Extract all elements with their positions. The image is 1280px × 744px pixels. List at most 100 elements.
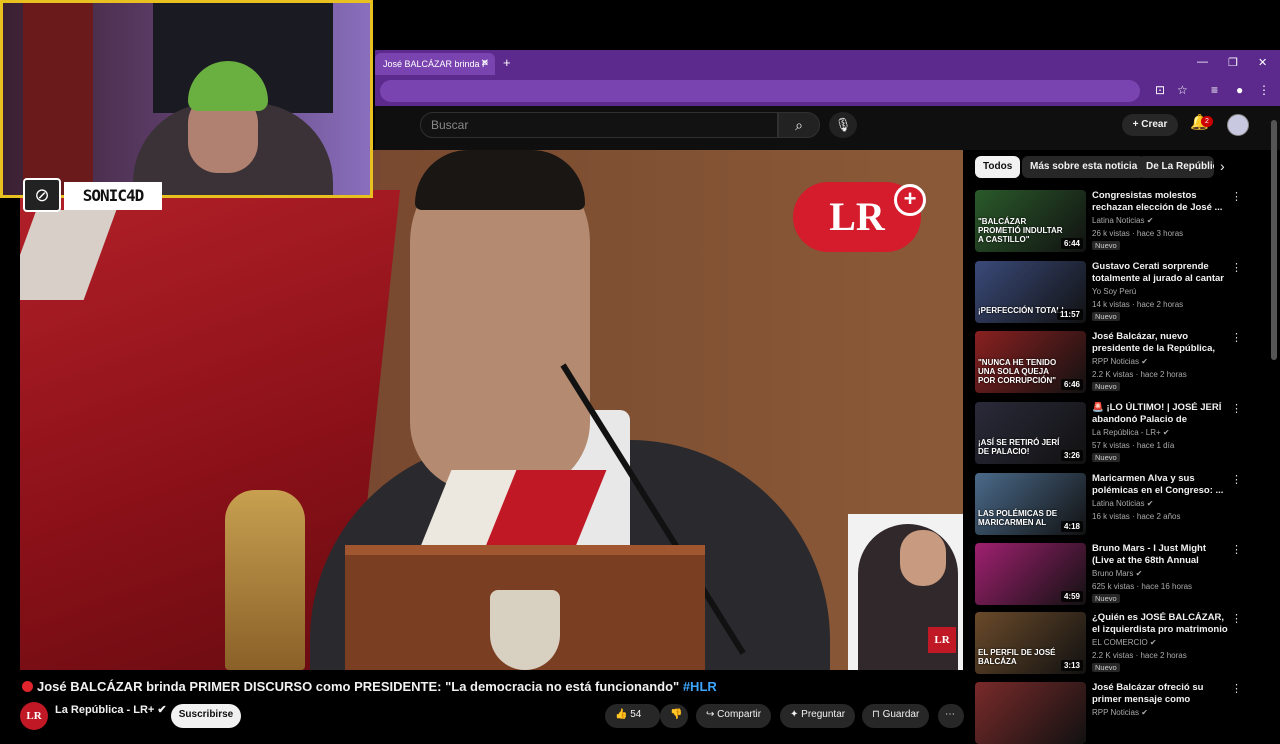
streamer-webcam [0,0,373,198]
item-menu-icon[interactable]: ⋮ [1231,331,1242,344]
recommendation-channel[interactable]: Bruno Mars ✔ [1092,569,1142,578]
video-thumbnail[interactable]: "Nunca he tenido una sola queja por corr… [975,331,1086,393]
dislike-button[interactable]: 👎 [660,704,688,728]
interpreter-face [900,530,946,586]
bookmark-star-icon[interactable]: ☆ [1177,83,1188,97]
recommendation-meta: 57 k vistas · hace 1 día [1092,441,1175,450]
video-hashtag[interactable]: #HLR [683,679,717,694]
recommendation-meta: 2.2 K vistas · hace 2 horas [1092,370,1187,379]
video-thumbnail[interactable]: El perfil de José Balcáza 3:13 [975,612,1086,674]
item-menu-icon[interactable]: ⋮ [1231,612,1242,625]
recommendation-channel[interactable]: Latina Noticias ✔ [1092,499,1153,508]
recommendation-item[interactable]: "Balcázar prometió indultar a Castillo" 6… [975,190,1242,252]
search-icon[interactable]: ⌕ [778,112,820,138]
lr-plus-icon: + [894,184,926,216]
recommendation-channel[interactable]: Yo Soy Perú [1092,287,1136,296]
video-duration: 6:46 [1060,379,1083,390]
channel-name[interactable]: La República - LR+ ✔ [55,703,167,716]
chevron-right-icon[interactable]: › [1220,158,1225,174]
sparkle-icon: ✦ [790,709,799,720]
new-tab-button[interactable]: + [503,55,511,70]
speaker-hair [415,150,585,210]
browser-menu-icon[interactable]: ⋮ [1258,83,1270,97]
thumbnail-caption: Las polémicas de Maricarmen Al [978,509,1058,527]
video-title: José BALCÁZAR brinda PRIMER DISCURSO com… [22,679,717,694]
account-avatar[interactable] [1227,114,1249,136]
recommendation-title[interactable]: ¿Quién es JOSÉ BALCÁZAR, el izquierdista… [1092,612,1229,636]
video-thumbnail[interactable] [975,682,1086,744]
item-menu-icon[interactable]: ⋮ [1231,543,1242,556]
share-button[interactable]: ↪ Compartir [696,704,772,728]
maximize-icon[interactable]: ❐ [1228,56,1238,69]
media-icon[interactable]: ≡ [1211,83,1218,97]
more-actions-icon[interactable]: ⋯ [938,704,964,728]
video-duration: 11:57 [1056,309,1083,320]
microphone-icon[interactable]: 🎙 [829,112,857,138]
bookmark-icon: ⊓ [872,709,880,720]
recommendation-channel[interactable]: La República - LR+ ✔ [1092,428,1170,437]
new-badge: Nuevo [1092,312,1120,321]
subscribe-button[interactable]: Suscribirse [171,704,241,728]
thumbnail-caption: ¡Así se retiró Jerí de Palacio! [978,438,1060,456]
channel-avatar[interactable]: LR [20,702,48,730]
recommendation-channel[interactable]: Latina Noticias ✔ [1092,216,1153,225]
video-thumbnail[interactable]: ¡Perfección total! 11:57 [975,261,1086,323]
search-input[interactable]: Buscar [420,112,778,138]
share-icon: ↪ [706,709,715,720]
browser-tab-strip [375,50,1280,76]
install-icon[interactable]: ⊡ [1155,83,1165,97]
video-duration: 4:18 [1060,521,1083,532]
chip-la-republica[interactable]: De La Repúblic [1138,156,1214,178]
new-badge: Nuevo [1092,663,1120,672]
webcam-door [23,3,93,195]
recommendation-item[interactable]: ¡Perfección total! 11:57 Gustavo Cerati so… [975,261,1242,323]
item-menu-icon[interactable]: ⋮ [1231,261,1242,274]
item-menu-icon[interactable]: ⋮ [1231,473,1242,486]
recommendation-item[interactable]: "Nunca he tenido una sola queja por corr… [975,331,1242,393]
tab-close-icon[interactable]: ✕ [481,53,489,75]
create-button[interactable]: + Crear [1122,114,1178,136]
new-badge: Nuevo [1092,594,1120,603]
ask-button[interactable]: ✦ Preguntar [780,704,856,728]
recommendation-channel[interactable]: EL COMERCIO ✔ [1092,638,1157,647]
like-button[interactable]: 👍 54 [605,704,660,728]
recommendation-channel[interactable]: RPP Noticias ✔ [1092,708,1148,717]
streamer-logo-icon: ⊘ [23,178,61,212]
recommendation-title[interactable]: Maricarmen Alva y sus polémicas en el Co… [1092,473,1229,497]
video-thumbnail[interactable]: Las polémicas de Maricarmen Al 4:18 [975,473,1086,535]
recommendation-item[interactable]: El perfil de José Balcáza 3:13 ¿Quién es J… [975,612,1242,674]
recommendation-title[interactable]: José Balcázar, nuevo presidente de la Re… [1092,331,1229,355]
video-thumbnail[interactable]: ¡Así se retiró Jerí de Palacio! 3:26 [975,402,1086,464]
gold-ornament [225,490,305,670]
recommendation-title[interactable]: Bruno Mars - I Just Might (Live at the 6… [1092,543,1229,567]
video-thumbnail[interactable]: 4:59 [975,543,1086,605]
browser-tab[interactable]: José BALCÁZAR brinda P ✕ [375,53,495,75]
recommendation-title[interactable]: Congresistas molestos rechazan elección … [1092,190,1229,214]
chip-todos[interactable]: Todos [975,156,1021,178]
recommendation-title[interactable]: José Balcázar ofreció su primer mensaje … [1092,682,1229,706]
recommendation-item[interactable]: Las polémicas de Maricarmen Al 4:18 Marica… [975,473,1242,535]
recommendation-item[interactable]: 4:59 Bruno Mars - I Just Might (Live at t… [975,543,1242,605]
video-thumbnail[interactable]: "Balcázar prometió indultar a Castillo" 6… [975,190,1086,252]
recommendation-meta: 2.2 K vistas · hace 2 horas [1092,651,1187,660]
item-menu-icon[interactable]: ⋮ [1231,682,1242,695]
lr-watermark-logo: LR [928,627,956,653]
national-seal [490,590,560,670]
recommendation-channel[interactable]: RPP Noticias ✔ [1092,357,1148,366]
recommendation-item[interactable]: ¡Así se retiró Jerí de Palacio! 3:26 🚨 ¡LO… [975,402,1242,464]
close-window-icon[interactable]: ✕ [1258,56,1267,69]
extension-icon[interactable]: ● [1236,83,1243,97]
video-player[interactable]: LR LR + [20,150,963,670]
item-menu-icon[interactable]: ⋮ [1231,190,1242,203]
item-menu-icon[interactable]: ⋮ [1231,402,1242,415]
address-bar[interactable] [380,80,1140,102]
recommendation-item[interactable]: José Balcázar ofreció su primer mensaje … [975,682,1242,744]
recommendation-meta: 16 k vistas · hace 2 años [1092,512,1181,521]
recommendation-title[interactable]: Gustavo Cerati sorprende totalmente al j… [1092,261,1229,285]
chip-mas-noticia[interactable]: Más sobre esta noticia [1022,156,1146,178]
sidebar-scrollbar[interactable] [1271,120,1277,360]
thumbnail-caption: "Nunca he tenido una sola queja por corr… [978,358,1057,385]
save-button[interactable]: ⊓ Guardar [862,704,930,728]
minimize-icon[interactable]: — [1197,56,1208,68]
recommendation-title[interactable]: 🚨 ¡LO ÚLTIMO! | JOSÉ JERÍ abandonó Palac… [1092,402,1229,426]
